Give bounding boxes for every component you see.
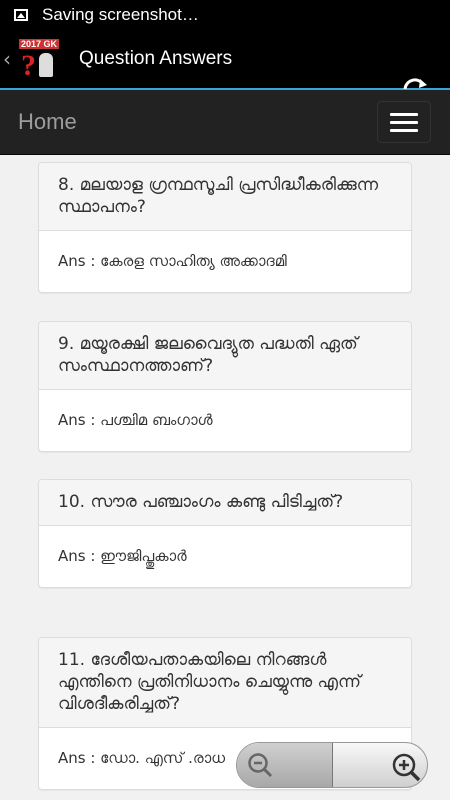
home-link[interactable]: Home bbox=[18, 109, 77, 135]
zoom-in-icon[interactable] bbox=[391, 752, 421, 782]
answer-text: Ans : ഈജിപ്തുകാർ bbox=[58, 547, 187, 565]
app-logo-text: 2017 GK bbox=[19, 39, 60, 49]
question-text: 10. സൗര പഞ്ചാംഗം കണ്ടു പിടിച്ചത്? bbox=[39, 480, 411, 526]
question-mark-glyph: ? bbox=[21, 49, 36, 82]
question-text: 8. മലയാള ഗ്രന്ഥസൂചി പ്രസിദ്ധീകരിക്കുന്ന … bbox=[39, 163, 411, 231]
chevron-left-icon[interactable]: ‹ bbox=[3, 47, 17, 71]
status-bar: Saving screenshot… bbox=[0, 0, 450, 30]
zoom-out-icon[interactable] bbox=[247, 752, 273, 778]
menu-bar bbox=[390, 120, 418, 124]
answer-text: Ans : കേരള സാഹിത്യ അക്കാദമി bbox=[58, 252, 287, 270]
app-title[interactable]: Question Answers bbox=[79, 48, 450, 70]
action-bar: ‹ 2017 GK ? Question Answers bbox=[0, 30, 450, 117]
question-card: 9. മയൂരക്ഷി ജലവൈദ്യുത പദ്ധതി ഏത് സംസ്ഥാന… bbox=[38, 321, 412, 452]
menu-bar bbox=[390, 128, 418, 132]
question-list[interactable]: 8. മലയാള ഗ്രന്ഥസൂചി പ്രസിദ്ധീകരിക്കുന്ന … bbox=[0, 155, 450, 800]
answer-text: Ans : പശ്ചിമ ബംഗാൾ bbox=[58, 411, 213, 429]
status-text: Saving screenshot… bbox=[42, 5, 199, 24]
image-icon bbox=[14, 9, 28, 21]
top-navbar: Home bbox=[0, 90, 450, 155]
zoom-control bbox=[236, 742, 428, 788]
question-text: 9. മയൂരക്ഷി ജലവൈദ്യുത പദ്ധതി ഏത് സംസ്ഥാന… bbox=[39, 322, 411, 390]
hamburger-menu-button[interactable] bbox=[377, 101, 431, 143]
question-text: 11. ദേശീയപതാകയിലെ നിറങ്ങൾ എന്തിനെ പ്രതിന… bbox=[39, 638, 411, 728]
question-card: 8. മലയാള ഗ്രന്ഥസൂചി പ്രസിദ്ധീകരിക്കുന്ന … bbox=[38, 162, 412, 293]
menu-bar bbox=[390, 112, 418, 116]
app-logo[interactable]: 2017 GK ? bbox=[17, 37, 65, 82]
zoom-out-button[interactable] bbox=[237, 743, 333, 787]
figure-glyph bbox=[39, 53, 53, 77]
question-card: 10. സൗര പഞ്ചാംഗം കണ്ടു പിടിച്ചത്? Ans : … bbox=[38, 479, 412, 588]
